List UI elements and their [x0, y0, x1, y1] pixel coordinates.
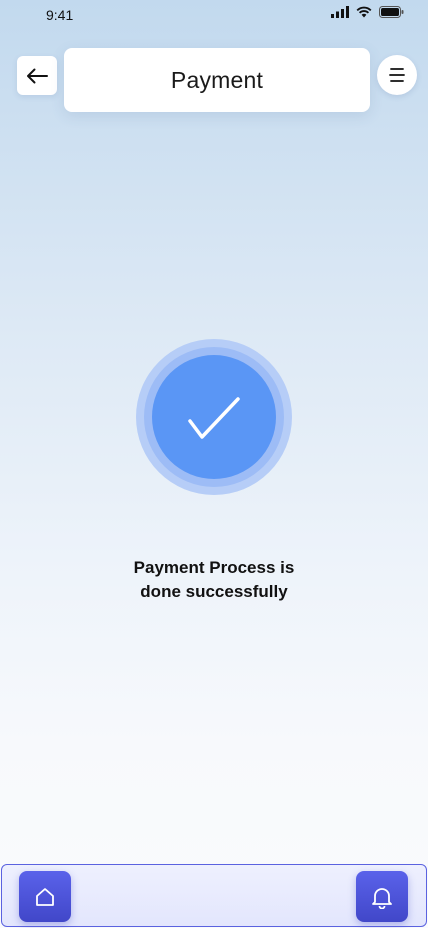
- bottom-nav: [1, 864, 427, 927]
- status-time: 9:41: [46, 7, 74, 23]
- success-message-line2: done successfully: [140, 582, 288, 601]
- success-message: Payment Process is done successfully: [0, 556, 428, 604]
- notifications-button[interactable]: [356, 871, 408, 922]
- menu-icon: [389, 68, 405, 82]
- back-button[interactable]: [17, 56, 57, 95]
- success-indicator: [136, 339, 292, 495]
- battery-icon: [379, 6, 404, 18]
- arrow-left-icon: [27, 68, 48, 83]
- checkmark-icon: [188, 397, 240, 439]
- page-title-box: Payment: [64, 48, 370, 112]
- signal-icon: [331, 6, 349, 18]
- success-message-line1: Payment Process is: [133, 558, 295, 577]
- status-icons: [331, 6, 404, 18]
- status-bar: 9:41: [0, 0, 428, 30]
- menu-button[interactable]: [377, 55, 417, 95]
- home-icon: [36, 887, 54, 906]
- page-title: Payment: [170, 66, 264, 93]
- wifi-icon: [356, 6, 372, 18]
- header: Payment: [0, 48, 428, 112]
- bell-icon: [372, 887, 392, 909]
- success-circle: [152, 355, 276, 479]
- home-button[interactable]: [19, 871, 71, 922]
